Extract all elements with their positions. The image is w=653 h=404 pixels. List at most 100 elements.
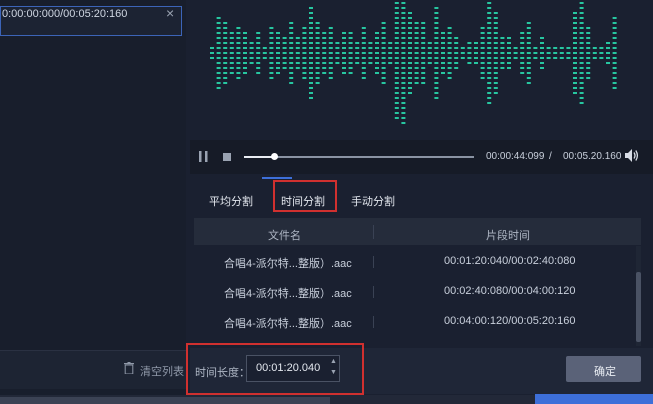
waveform-segment xyxy=(269,27,274,29)
progress-track[interactable] xyxy=(244,156,474,158)
horizontal-scrollbar[interactable] xyxy=(0,397,330,404)
waveform-segment xyxy=(375,47,379,49)
audio-waveform xyxy=(210,2,617,124)
waveform-segment xyxy=(269,57,274,59)
waveform-segment xyxy=(401,27,406,29)
waveform-segment xyxy=(401,107,406,109)
current-time: 00:00:44:099 xyxy=(486,151,545,162)
tab-manual-split[interactable]: 手动分割 xyxy=(351,193,395,209)
waveform-segment xyxy=(500,47,505,49)
waveform-segment xyxy=(216,72,221,74)
volume-icon[interactable] xyxy=(625,149,639,162)
waveform-segment xyxy=(361,57,366,59)
waveform-segment xyxy=(342,52,346,54)
waveform-segment xyxy=(421,37,426,39)
waveform-segment xyxy=(223,27,228,29)
waveform-segment xyxy=(315,52,320,54)
pause-icon[interactable] xyxy=(199,151,209,162)
waveform-segment xyxy=(236,42,241,44)
waveform-segment xyxy=(361,37,366,39)
waveform-segment xyxy=(315,22,320,24)
waveform-segment xyxy=(328,27,333,29)
waveform-segment xyxy=(533,52,538,54)
table-header xyxy=(194,218,641,245)
waveform-segment xyxy=(467,52,472,54)
waveform-segment xyxy=(243,57,247,59)
progress-handle[interactable] xyxy=(271,153,278,160)
waveform-segment xyxy=(487,82,492,84)
waveform-segment xyxy=(447,77,452,79)
waveform-segment xyxy=(394,17,399,19)
waveform-segment xyxy=(586,37,591,39)
waveform-segment xyxy=(480,57,485,59)
table-row[interactable]: 合唱4-派尔特...整版）.aac 00:02:40:080/00:04:00:… xyxy=(194,277,634,307)
waveform-segment xyxy=(612,22,617,24)
table-row[interactable]: 合唱4-派尔特...整版）.aac 00:01:20:040/00:02:40:… xyxy=(194,247,634,277)
waveform-segment xyxy=(348,67,353,69)
waveform-segment xyxy=(216,77,221,79)
waveform-segment xyxy=(401,97,406,99)
waveform-segment xyxy=(394,107,399,109)
trash-icon[interactable] xyxy=(124,362,134,374)
waveform-segment xyxy=(546,57,551,59)
waveform-segment xyxy=(388,57,393,59)
waveform-segment xyxy=(573,62,577,64)
waveform-segment xyxy=(573,92,577,94)
waveform-segment xyxy=(434,77,439,79)
waveform-segment xyxy=(579,97,584,99)
waveform-segment xyxy=(216,82,221,84)
waveform-segment xyxy=(335,62,340,64)
waveform-segment xyxy=(348,32,353,34)
waveform-segment xyxy=(434,67,439,69)
waveform-segment xyxy=(289,37,294,39)
waveform-segment xyxy=(388,62,393,64)
waveform-segment xyxy=(487,27,492,29)
waveform-segment xyxy=(302,42,307,44)
table-row[interactable]: 合唱4-派尔特...整版）.aac 00:04:00:120/00:05:20:… xyxy=(194,307,634,337)
waveform-segment xyxy=(309,32,313,34)
waveform-segment xyxy=(480,27,485,29)
waveform-segment xyxy=(612,47,617,49)
waveform-segment xyxy=(309,97,313,99)
waveform-segment xyxy=(500,62,505,64)
waveform-segment xyxy=(447,62,452,64)
tab-average-split[interactable]: 平均分割 xyxy=(209,193,253,209)
waveform-segment xyxy=(586,57,591,59)
waveform-segment xyxy=(394,2,399,4)
waveform-segment xyxy=(322,52,327,54)
waveform-segment xyxy=(256,62,261,64)
waveform-segment xyxy=(309,92,313,94)
waveform-segment xyxy=(441,42,445,44)
waveform-segment xyxy=(573,17,577,19)
waveform-segment xyxy=(243,42,247,44)
waveform-segment xyxy=(487,37,492,39)
waveform-segment xyxy=(243,52,247,54)
waveform-segment xyxy=(460,52,465,54)
close-icon[interactable]: × xyxy=(166,5,174,21)
clear-list-button[interactable]: 清空列表 xyxy=(140,363,184,379)
waveform-segment xyxy=(216,22,221,24)
waveform-segment xyxy=(579,17,584,19)
waveform-segment xyxy=(533,57,538,59)
waveform-segment xyxy=(216,37,221,39)
stop-icon[interactable] xyxy=(223,153,231,161)
waveform-segment xyxy=(401,102,406,104)
waveform-segment xyxy=(381,57,386,59)
table-scrollbar-thumb[interactable] xyxy=(636,272,641,342)
waveform-segment xyxy=(302,32,307,34)
waveform-segment xyxy=(408,82,412,84)
waveform-segment xyxy=(223,57,228,59)
waveform-segment xyxy=(315,82,320,84)
waveform-segment xyxy=(487,92,492,94)
waveform-segment xyxy=(434,42,439,44)
waveform-segment xyxy=(394,62,399,64)
waveform-segment xyxy=(216,62,221,64)
waveform-segment xyxy=(612,52,617,54)
waveform-segment xyxy=(302,62,307,64)
waveform-segment xyxy=(282,47,287,49)
waveform-segment xyxy=(328,52,333,54)
waveform-segment xyxy=(401,122,406,124)
total-time: 00:05.20.160 xyxy=(563,151,622,162)
waveform-segment xyxy=(394,72,399,74)
waveform-segment xyxy=(447,32,452,34)
